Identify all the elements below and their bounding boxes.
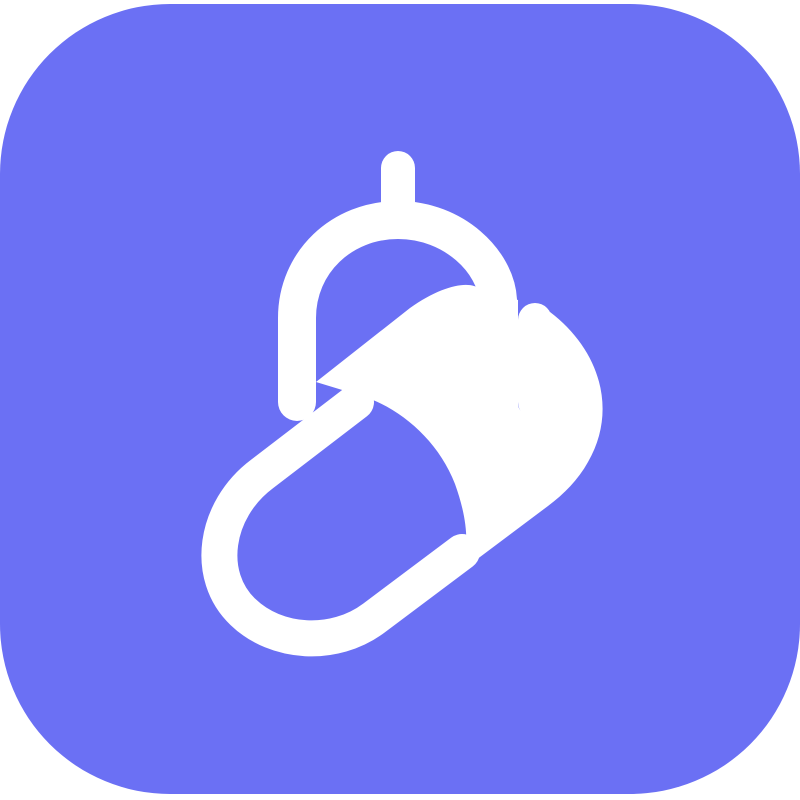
pill-tag-icon	[0, 4, 800, 794]
app-icon	[0, 0, 800, 800]
